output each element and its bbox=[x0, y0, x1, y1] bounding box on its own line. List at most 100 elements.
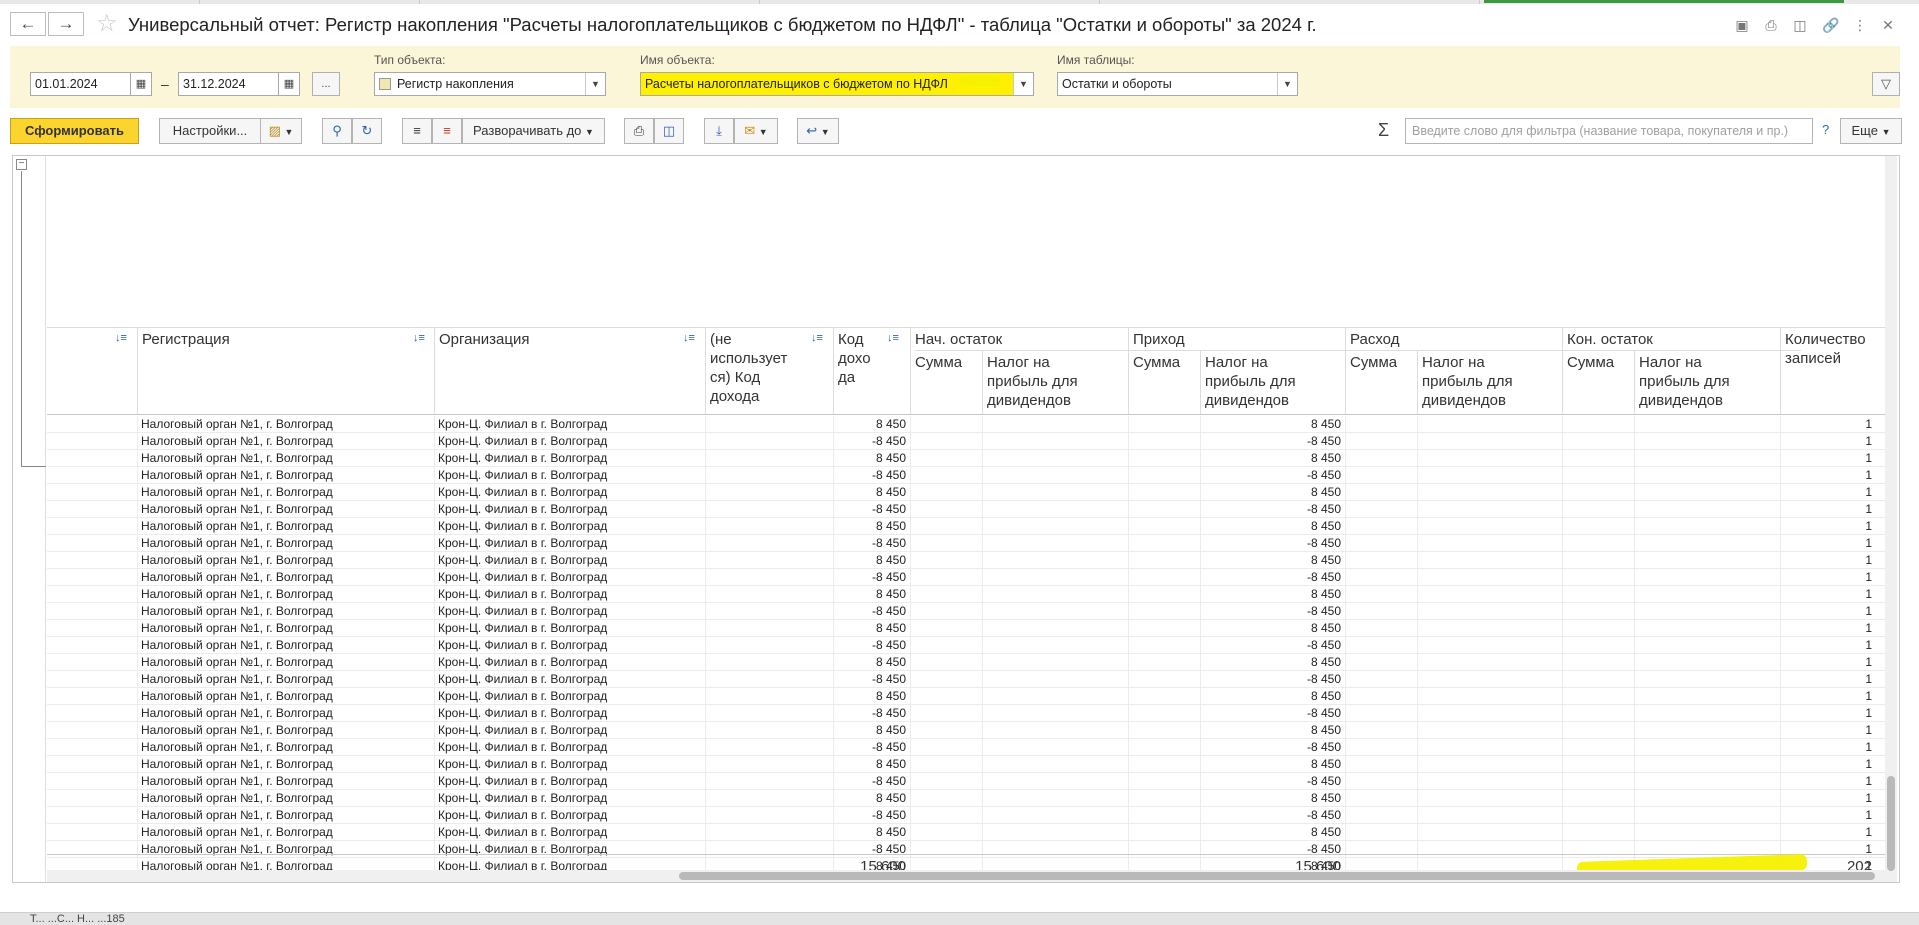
vertical-scrollbar[interactable] bbox=[1885, 156, 1897, 882]
expand-to-button[interactable]: Разворачивать до ▼ bbox=[462, 118, 605, 144]
table-row[interactable]: Налоговый орган №1, г. Волгоград Крон-Ц. … bbox=[13, 518, 1887, 535]
cell-organization: Крон-Ц. Филиал в г. Волгоград bbox=[438, 604, 608, 618]
filter-input[interactable]: Введите слово для фильтра (название това… bbox=[1405, 118, 1813, 144]
cell-opening-sum: 8 450 bbox=[875, 451, 906, 465]
cell-opening-sum: 8 450 bbox=[875, 825, 906, 839]
horizontal-scrollbar[interactable] bbox=[47, 870, 1887, 882]
table-row[interactable]: Налоговый орган №1, г. Волгоград Крон-Ц. … bbox=[13, 773, 1887, 790]
cell-opening-sum: -8 450 bbox=[871, 774, 906, 788]
cell-organization: Крон-Ц. Филиал в г. Волгоград bbox=[438, 757, 608, 771]
preview-icon[interactable]: ◫ bbox=[1791, 16, 1809, 34]
header-opening-balance: Нач. остаток bbox=[915, 331, 1003, 348]
collapse-groups-button[interactable]: ≡ bbox=[402, 118, 432, 144]
print-preview-button[interactable]: ◫ bbox=[654, 118, 684, 144]
report-spreadsheet[interactable]: − ↓≡ ↓≡ ↓≡ ↓≡ ↓≡ Регистрация Организация… bbox=[12, 155, 1900, 883]
table-row[interactable]: Налоговый орган №1, г. Волгоград Крон-Ц. … bbox=[13, 484, 1887, 501]
table-row[interactable]: Налоговый орган №1, г. Волгоград Крон-Ц. … bbox=[13, 654, 1887, 671]
cell-registration: Налоговый орган №1, г. Волгоград bbox=[141, 723, 333, 737]
close-icon[interactable]: ✕ bbox=[1879, 16, 1897, 34]
more-button[interactable]: Еще ▼ bbox=[1840, 118, 1902, 144]
date-to-field[interactable]: 31.12.2024 bbox=[178, 72, 280, 96]
expand-groups-button[interactable]: ≡ bbox=[432, 118, 462, 144]
date-from-field[interactable]: 01.01.2024 bbox=[30, 72, 132, 96]
header-expense: Расход bbox=[1350, 331, 1400, 348]
table-row[interactable]: Налоговый орган №1, г. Волгоград Крон-Ц. … bbox=[13, 637, 1887, 654]
send-email-button[interactable]: ✉ ▼ bbox=[734, 118, 778, 144]
table-row[interactable]: Налоговый орган №1, г. Волгоград Крон-Ц. … bbox=[13, 603, 1887, 620]
table-row[interactable]: Налоговый орган №1, г. Волгоград Крон-Ц. … bbox=[13, 586, 1887, 603]
table-row[interactable]: Налоговый орган №1, г. Волгоград Крон-Ц. … bbox=[13, 416, 1887, 433]
table-row[interactable]: Налоговый орган №1, г. Волгоград Крон-Ц. … bbox=[13, 841, 1887, 858]
table-row[interactable]: Налоговый орган №1, г. Волгоград Крон-Ц. … bbox=[13, 620, 1887, 637]
sort-icon[interactable]: ↓≡ bbox=[115, 332, 127, 344]
save-file-button[interactable]: ⤓ bbox=[704, 118, 734, 144]
star-icon[interactable]: ☆ bbox=[96, 11, 118, 37]
table-name-select[interactable]: Остатки и обороты ▼ bbox=[1057, 72, 1298, 96]
period-select-button[interactable]: ... bbox=[312, 72, 340, 96]
save-icon[interactable]: ▣ bbox=[1733, 16, 1751, 34]
chevron-down-icon[interactable]: ▼ bbox=[1013, 73, 1033, 95]
cell-registration: Налоговый орган №1, г. Волгоград bbox=[141, 451, 333, 465]
help-link[interactable]: ? bbox=[1822, 122, 1829, 137]
table-row[interactable]: Налоговый орган №1, г. Волгоград Крон-Ц. … bbox=[13, 739, 1887, 756]
calendar-from-button[interactable]: ▦ bbox=[130, 72, 152, 96]
chevron-down-icon[interactable]: ▼ bbox=[585, 73, 605, 95]
variants-button[interactable]: ▨ ▼ bbox=[260, 118, 302, 144]
header-registration: Регистрация bbox=[142, 331, 230, 348]
table-row[interactable]: Налоговый орган №1, г. Волгоград Крон-Ц. … bbox=[13, 552, 1887, 569]
cell-registration: Налоговый орган №1, г. Волгоград bbox=[141, 655, 333, 669]
table-row[interactable]: Налоговый орган №1, г. Волгоград Крон-Ц. … bbox=[13, 450, 1887, 467]
table-row[interactable]: Налоговый орган №1, г. Волгоград Крон-Ц. … bbox=[13, 671, 1887, 688]
table-row[interactable]: Налоговый орган №1, г. Волгоград Крон-Ц. … bbox=[13, 433, 1887, 450]
link-icon[interactable]: 🔗 bbox=[1822, 16, 1840, 34]
table-row[interactable]: Налоговый орган №1, г. Волгоград Крон-Ц. … bbox=[13, 569, 1887, 586]
scroll-thumb[interactable] bbox=[679, 872, 1875, 880]
sort-icon[interactable]: ↓≡ bbox=[413, 332, 425, 344]
arrow-right-icon: → bbox=[57, 14, 75, 33]
sort-icon[interactable]: ↓≡ bbox=[887, 332, 899, 344]
cell-organization: Крон-Ц. Филиал в г. Волгоград bbox=[438, 536, 608, 550]
more-vertical-icon[interactable]: ⋮ bbox=[1851, 16, 1869, 34]
back-button[interactable]: ← bbox=[10, 12, 46, 36]
chevron-down-icon[interactable]: ▼ bbox=[1277, 73, 1297, 95]
cell-opening-sum: -8 450 bbox=[871, 808, 906, 822]
collapse-group-icon[interactable]: − bbox=[16, 159, 27, 170]
table-row[interactable]: Налоговый орган №1, г. Волгоград Крон-Ц. … bbox=[13, 824, 1887, 841]
table-row[interactable]: Налоговый орган №1, г. Волгоград Крон-Ц. … bbox=[13, 501, 1887, 518]
search-button[interactable]: ⚲ bbox=[322, 118, 352, 144]
sort-icon[interactable]: ↓≡ bbox=[811, 332, 823, 344]
calendar-icon: ▦ bbox=[135, 78, 147, 90]
calendar-to-button[interactable]: ▦ bbox=[278, 72, 300, 96]
table-row[interactable]: Налоговый орган №1, г. Волгоград Крон-Ц. … bbox=[13, 756, 1887, 773]
cell-registration: Налоговый орган №1, г. Волгоград bbox=[141, 536, 333, 550]
sort-icon[interactable]: ↓≡ bbox=[683, 332, 695, 344]
table-row[interactable]: Налоговый орган №1, г. Волгоград Крон-Ц. … bbox=[13, 705, 1887, 722]
print-icon[interactable]: ⎙ bbox=[1762, 16, 1780, 34]
cell-registration: Налоговый орган №1, г. Волгоград bbox=[141, 842, 333, 856]
table-row[interactable]: Налоговый орган №1, г. Волгоград Крон-Ц. … bbox=[13, 467, 1887, 484]
table-row[interactable]: Налоговый орган №1, г. Волгоград Крон-Ц. … bbox=[13, 722, 1887, 739]
settings-button[interactable]: Настройки... bbox=[159, 118, 261, 144]
generate-button[interactable]: Сформировать bbox=[10, 118, 139, 144]
table-row[interactable]: Налоговый орган №1, г. Волгоград Крон-Ц. … bbox=[13, 688, 1887, 705]
table-row[interactable]: Налоговый орган №1, г. Волгоград Крон-Ц. … bbox=[13, 535, 1887, 552]
print-button[interactable]: ⎙ bbox=[624, 118, 654, 144]
cell-organization: Крон-Ц. Филиал в г. Волгоград bbox=[438, 502, 608, 516]
go-to-button[interactable]: ↩ ▼ bbox=[797, 118, 839, 144]
forward-button[interactable]: → bbox=[48, 12, 84, 36]
date-separator: – bbox=[161, 76, 169, 92]
cell-opening-sum: -8 450 bbox=[871, 740, 906, 754]
cell-opening-sum: 8 450 bbox=[875, 587, 906, 601]
cell-organization: Крон-Ц. Филиал в г. Волгоград bbox=[438, 723, 608, 737]
scroll-thumb[interactable] bbox=[1887, 776, 1895, 871]
group-collapse-icon: ≡ bbox=[413, 123, 421, 138]
subheader-sum: Сумма bbox=[1350, 354, 1398, 371]
object-type-select[interactable]: Регистр накопления ▼ bbox=[374, 72, 606, 96]
cell-opening-sum: 8 450 bbox=[875, 689, 906, 703]
cell-expense-sum: 8 450 bbox=[1310, 757, 1341, 771]
sigma-icon[interactable]: Σ bbox=[1378, 120, 1389, 141]
table-row[interactable]: Налоговый орган №1, г. Волгоград Крон-Ц. … bbox=[13, 807, 1887, 824]
search-next-button[interactable]: ↻ bbox=[352, 118, 382, 144]
filter-settings-button[interactable]: ▽ bbox=[1872, 72, 1900, 96]
table-row[interactable]: Налоговый орган №1, г. Волгоград Крон-Ц. … bbox=[13, 790, 1887, 807]
